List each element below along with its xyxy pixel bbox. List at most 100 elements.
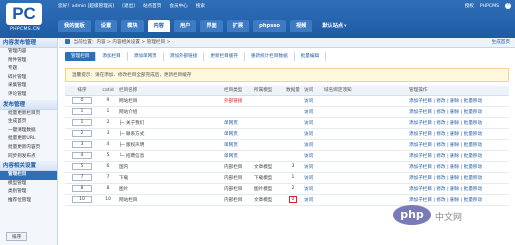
sort-button[interactable]: 排序	[6, 232, 28, 241]
sidebar-item-blocks[interactable]: 碎片管理	[0, 74, 57, 83]
visit-link[interactable]: 访问	[302, 172, 322, 184]
tab-add-link[interactable]: 添加外部链接	[164, 52, 205, 61]
visit-link[interactable]: 访问	[302, 194, 322, 206]
visit-link[interactable]: 访问	[302, 128, 322, 140]
nav-tab-modules[interactable]: 模块	[121, 20, 144, 32]
order-input[interactable]: 4	[72, 152, 92, 159]
phpcms-logo[interactable]: PC PHPCMS.CN	[2, 3, 48, 35]
catid-cell: 1	[99, 106, 117, 118]
tab-add-page[interactable]: 添加单网页	[128, 52, 164, 61]
tab-recount[interactable]: 重新统计栏目数据	[245, 52, 295, 61]
order-input[interactable]: 2	[72, 130, 92, 137]
catid-cell: 3	[99, 128, 117, 140]
visit-link[interactable]: 访问	[302, 139, 322, 151]
nav-tab-panel[interactable]: 我的面板	[58, 20, 91, 32]
visit-link[interactable]: 访问	[302, 161, 322, 173]
sidebar-section-settings[interactable]: 内容相关设置	[0, 161, 57, 172]
col-order[interactable]: 排序	[65, 86, 99, 96]
visit-link[interactable]: 访问	[302, 117, 322, 129]
left-sidebar: 内容发布管理 管理内容 附件管理 专题 碎片管理 采集管理 评论管理 发布管理 …	[0, 38, 58, 245]
ops-links[interactable]: 添加子栏目 | 修改 | 删除 | 批量移动	[407, 128, 509, 140]
sidebar-item-models[interactable]: 模型管理	[0, 180, 57, 189]
count-cell: 3	[284, 161, 302, 173]
help-icon[interactable]: ?	[505, 3, 511, 9]
sidebar-item-manage-category[interactable]: 管理栏目	[0, 171, 57, 180]
sidebar-section-publish[interactable]: 发布管理	[0, 99, 57, 110]
type-cell: 内部栏目	[222, 183, 252, 195]
tab-manage-category[interactable]: 管理栏目	[65, 52, 97, 61]
order-input[interactable]: 1	[72, 119, 92, 126]
sidebar-item-types[interactable]: 类别管理	[0, 188, 57, 197]
order-cell: 4	[65, 150, 99, 162]
sidebar-item-update-content[interactable]: 批量更新内容页	[0, 144, 57, 153]
col-count: 数据量	[284, 86, 302, 96]
sidebar-item-update-url[interactable]: 批量更新URL	[0, 135, 57, 144]
auth-link[interactable]: 授权	[465, 3, 474, 9]
model-cell	[252, 95, 284, 107]
sidebar-item-special[interactable]: 专题	[0, 65, 57, 74]
watermark: php 中文网	[393, 203, 511, 229]
catid-cell: 9	[99, 95, 117, 107]
top-header: PC PHPCMS.CN 您好！admin [超级管理员] [退出] 站点首页 …	[0, 0, 515, 38]
visit-link[interactable]: 访问	[302, 150, 322, 162]
nav-tab-interface[interactable]: 界面	[200, 20, 223, 32]
site-select-label: 默认站点	[322, 23, 344, 29]
sidebar-item-clean-data[interactable]: 一键清理数据	[0, 127, 57, 136]
logo-subtext: PHPCMS.CN	[10, 27, 40, 32]
generate-index-link[interactable]: 生成首页	[492, 38, 510, 48]
nav-tab-users[interactable]: 用户	[173, 20, 197, 32]
type-cell: 内部栏目	[222, 194, 252, 206]
sidebar-item-comments[interactable]: 评论管理	[0, 91, 57, 100]
ops-links[interactable]: 添加子栏目 | 修改 | 删除 | 批量移动	[407, 106, 509, 118]
phpcms-link[interactable]: PHPCMS	[480, 4, 499, 9]
nav-tab-extend[interactable]: 扩展	[226, 20, 250, 32]
site-home-link[interactable]: 站点首页	[143, 3, 161, 9]
sidebar-item-sync[interactable]: 同步到发布点	[0, 153, 57, 162]
member-center-link[interactable]: 会员中心	[169, 3, 187, 9]
order-input[interactable]: 3	[72, 141, 92, 148]
nav-tab-phpsso[interactable]: phpsso	[253, 20, 286, 32]
order-input[interactable]: 5	[72, 163, 92, 170]
ops-links[interactable]: 添加子栏目 | 修改 | 删除 | 批量移动	[407, 117, 509, 129]
tab-update-cache[interactable]: 更新栏目缓存	[204, 52, 245, 61]
tab-batch-edit[interactable]: 批量编辑	[295, 52, 327, 61]
sidebar-item-collect[interactable]: 采集管理	[0, 82, 57, 91]
logout-link[interactable]: [退出]	[122, 3, 135, 9]
count-value: 1	[291, 175, 295, 180]
order-cell: 2	[65, 128, 99, 140]
tab-add-category[interactable]: 添加栏目	[96, 52, 128, 61]
nav-tab-video[interactable]: 视频	[289, 20, 313, 32]
visit-link[interactable]: 访问	[302, 95, 322, 107]
order-input[interactable]: 0	[72, 97, 92, 104]
nav-tab-content[interactable]: 内容	[147, 20, 170, 32]
ops-links[interactable]: 添加子栏目 | 修改 | 删除 | 批量移动	[407, 139, 509, 151]
table-row: 5 6 国内 内部栏目 文章模型 3 访问 添加子栏目 | 修改 | 删除 | 批量移动	[65, 161, 509, 173]
nav-tab-settings[interactable]: 设置	[94, 20, 118, 32]
ops-links[interactable]: 添加子栏目 | 修改 | 删除 | 批量移动	[407, 172, 509, 184]
search-link[interactable]: 搜索	[196, 3, 205, 9]
table-row: 1 1 网站介绍 访问 添加子栏目 | 修改 | 删除 | 批量移动	[65, 106, 509, 118]
ops-links[interactable]: 添加子栏目 | 修改 | 删除 | 批量移动	[407, 95, 509, 107]
sidebar-item-manage-content[interactable]: 管理内容	[0, 48, 57, 57]
ops-links[interactable]: 添加子栏目 | 修改 | 删除 | 批量移动	[407, 183, 509, 195]
sidebar-item-positions[interactable]: 推荐位管理	[0, 197, 57, 206]
order-input[interactable]: 7	[72, 174, 92, 181]
ops-links[interactable]: 添加子栏目 | 修改 | 删除 | 批量移动	[407, 161, 509, 173]
col-catid[interactable]: catid	[99, 86, 117, 96]
catid-cell: 2	[99, 117, 117, 129]
sidebar-item-attachments[interactable]: 附件管理	[0, 57, 57, 66]
order-input[interactable]: 8	[72, 185, 92, 192]
sub-tabs: 管理栏目 添加栏目 添加单网页 添加外部链接 更新栏目缓存 重新统计栏目数据 批…	[65, 52, 327, 61]
visit-link[interactable]: 访问	[302, 106, 322, 118]
visit-link[interactable]: 访问	[302, 183, 322, 195]
col-type: 栏目类型	[222, 86, 252, 96]
sidebar-section-content[interactable]: 内容发布管理	[0, 38, 57, 48]
site-select[interactable]: 默认站点▾	[316, 20, 352, 32]
order-input[interactable]: 1	[72, 108, 92, 115]
ops-links[interactable]: 添加子栏目 | 修改 | 删除 | 批量移动	[407, 150, 509, 162]
sidebar-item-update-category[interactable]: 批量更新栏目页	[0, 110, 57, 119]
order-input[interactable]: 10	[72, 196, 92, 203]
category-table: 排序 catid 栏目名称 栏目类型 所属模型 数据量 访问 域名绑定须知 管理…	[65, 86, 509, 206]
sidebar-item-gen-index[interactable]: 生成首页	[0, 118, 57, 127]
domain-cell	[322, 183, 407, 195]
